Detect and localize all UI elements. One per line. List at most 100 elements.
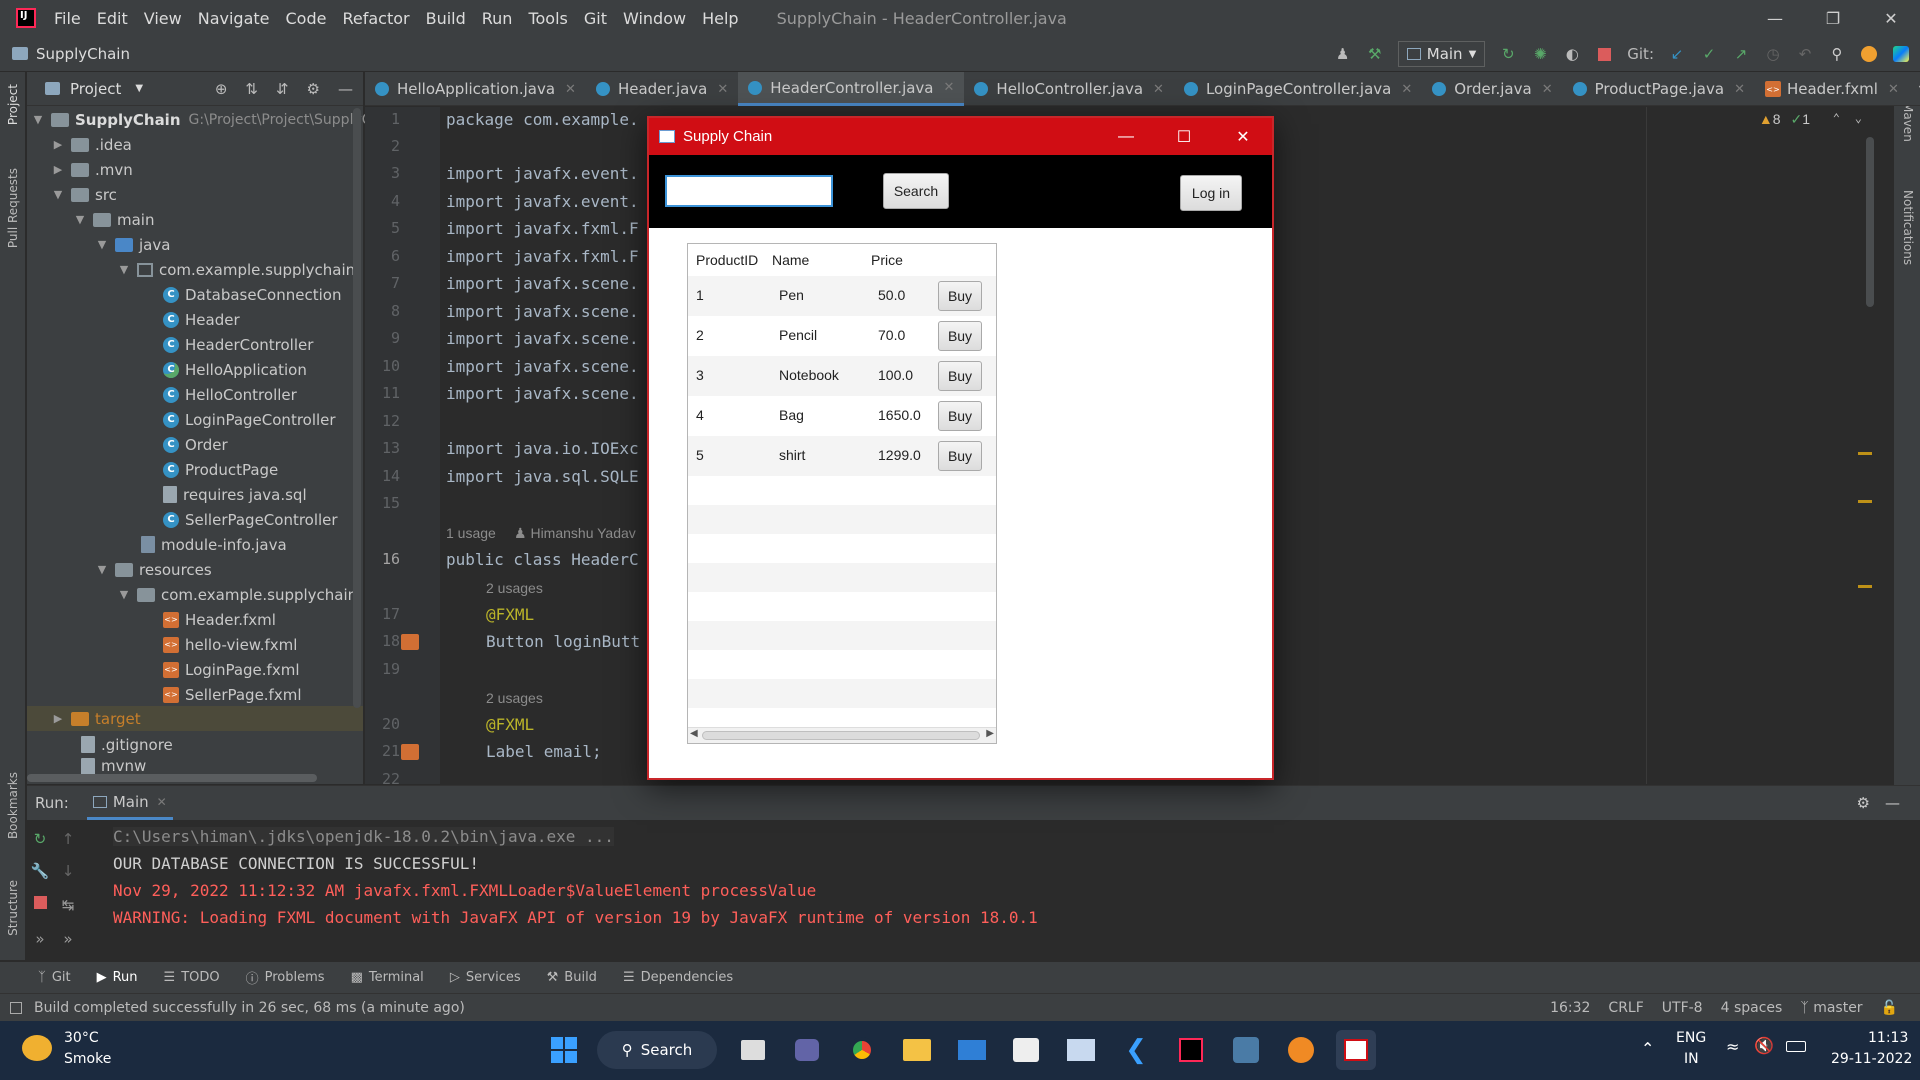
caret-position[interactable]: 16:32	[1550, 1000, 1590, 1016]
tab-overflow[interactable]: ▼⋮	[1909, 72, 1920, 106]
project-breadcrumb[interactable]: SupplyChain	[36, 45, 130, 63]
tree-item-class[interactable]: C ProductPage	[163, 457, 278, 482]
tree-item-module[interactable]: module-info.java	[141, 532, 287, 557]
git-update-icon[interactable]: ↙	[1668, 45, 1686, 63]
start-button[interactable]	[544, 1030, 584, 1070]
app-icon[interactable]	[1281, 1030, 1321, 1070]
menu-refactor[interactable]: Refactor	[342, 9, 409, 28]
chevron-down-icon[interactable]: ▼	[95, 563, 109, 576]
tab-header[interactable]: Header.java ✕	[586, 72, 738, 106]
buy-button[interactable]: Buy	[938, 401, 982, 431]
tree-item-package[interactable]: ▼ com.example.supplychain	[117, 257, 355, 282]
tree-item-java[interactable]: ▼ java	[95, 232, 171, 257]
close-icon[interactable]: ✕	[944, 80, 955, 95]
fxml-link-icon[interactable]	[401, 634, 419, 650]
tool-tab-dependencies[interactable]: ☰ Dependencies	[623, 970, 733, 985]
tree-item-fxml[interactable]: <> Header.fxml	[163, 607, 276, 632]
close-icon[interactable]: ✕	[565, 82, 576, 97]
structure-tool-tab[interactable]: Structure	[6, 880, 20, 936]
stop-icon[interactable]	[27, 896, 53, 909]
buy-button[interactable]: Buy	[938, 281, 982, 311]
chrome-icon[interactable]	[842, 1030, 882, 1070]
restore-icon[interactable]: ❐	[1804, 0, 1862, 36]
status-panel-icon[interactable]	[10, 1001, 22, 1014]
menu-build[interactable]: Build	[426, 9, 466, 28]
wrench-icon[interactable]: 🔧	[27, 862, 53, 880]
chevron-left-icon[interactable]: ◀	[690, 728, 698, 739]
scroll-up-icon[interactable]: ↑	[55, 830, 81, 848]
tree-item-class[interactable]: C SellerPageController	[163, 507, 338, 532]
maven-tool-tab[interactable]: Maven	[1901, 102, 1915, 142]
scroll-thumb[interactable]	[702, 731, 980, 740]
tree-item-resources[interactable]: ▼ resources	[95, 557, 212, 582]
chevron-down-icon[interactable]: ▼	[51, 188, 65, 201]
tool-tab-run[interactable]: ▶ Run	[97, 970, 138, 985]
close-icon[interactable]: ✕	[1888, 82, 1899, 97]
chevron-down-icon[interactable]: ▼	[117, 588, 131, 601]
store-icon[interactable]	[1006, 1030, 1046, 1070]
table-horizontal-scrollbar[interactable]: ◀ ▶	[688, 727, 996, 743]
close-icon[interactable]: ✕	[1153, 82, 1164, 97]
tab-productpage[interactable]: ProductPage.java ✕	[1563, 72, 1755, 106]
rollback-icon[interactable]: ↶	[1796, 45, 1814, 63]
fx-title-bar[interactable]: Supply Chain — ☐ ✕	[649, 118, 1272, 155]
horizontal-scrollbar[interactable]	[27, 774, 317, 782]
buy-button[interactable]: Buy	[938, 361, 982, 391]
tool-tab-todo[interactable]: ☰ TODO	[164, 970, 220, 985]
file-encoding[interactable]: UTF-8	[1662, 1000, 1703, 1016]
buy-button[interactable]: Buy	[938, 321, 982, 351]
coverage-icon[interactable]: ◐	[1563, 45, 1581, 63]
tree-root[interactable]: ▼ SupplyChain G:\Project\Project\SupplyC…	[31, 107, 389, 132]
buy-button[interactable]: Buy	[938, 441, 982, 471]
tree-item-fxml[interactable]: <> LoginPage.fxml	[163, 657, 300, 682]
user-icon[interactable]: ♟	[1334, 45, 1352, 63]
weather-desc[interactable]: Smoke	[64, 1051, 111, 1067]
tree-item-class[interactable]: C Header	[163, 307, 240, 332]
tree-item-idea[interactable]: ▶ .idea	[51, 132, 132, 157]
close-icon[interactable]: ✕	[1734, 82, 1745, 97]
search-input[interactable]	[665, 175, 833, 207]
build-hammer-icon[interactable]: ⚒	[1366, 45, 1384, 63]
clock-date[interactable]: 29-11-2022	[1831, 1051, 1912, 1067]
close-icon[interactable]: ✕	[1214, 118, 1272, 155]
tab-helloapplication[interactable]: HelloApplication.java ✕	[365, 72, 586, 106]
jetbrains-logo-icon[interactable]	[1892, 45, 1910, 63]
git-branch[interactable]: ᛉ master	[1800, 1000, 1862, 1016]
tree-item-target[interactable]: ▶ target	[27, 706, 363, 731]
git-commit-icon[interactable]: ✓	[1700, 45, 1718, 63]
menu-git[interactable]: Git	[584, 9, 607, 28]
menu-view[interactable]: View	[144, 9, 182, 28]
tree-item-class[interactable]: C Order	[163, 432, 228, 457]
intellij-icon[interactable]	[1171, 1030, 1211, 1070]
close-icon[interactable]: ✕	[717, 82, 728, 97]
file-explorer-icon[interactable]	[897, 1030, 937, 1070]
java-app-icon[interactable]	[1336, 1030, 1376, 1070]
language-2[interactable]: IN	[1684, 1051, 1699, 1067]
tree-item-class[interactable]: C HelloController	[163, 382, 297, 407]
maximize-icon[interactable]: ☐	[1155, 118, 1213, 155]
tree-item-class[interactable]: C HelloApplication	[163, 357, 307, 382]
menu-navigate[interactable]: Navigate	[198, 9, 270, 28]
rerun-icon[interactable]: ↻	[27, 830, 53, 848]
tab-header-fxml[interactable]: <> Header.fxml ✕	[1755, 72, 1909, 106]
warning-marker[interactable]	[1858, 585, 1872, 588]
debug-bug-icon[interactable]: ✺	[1531, 45, 1549, 63]
tab-headercontroller[interactable]: HeaderController.java ✕	[738, 72, 965, 106]
indent-setting[interactable]: 4 spaces	[1721, 1000, 1783, 1016]
menu-run[interactable]: Run	[482, 9, 513, 28]
tool-tab-services[interactable]: ▷ Services	[450, 970, 521, 985]
tree-item-fxml[interactable]: <> SellerPage.fxml	[163, 682, 302, 707]
search-button[interactable]: Search	[883, 173, 949, 209]
menu-window[interactable]: Window	[623, 9, 686, 28]
stop-icon[interactable]	[1595, 45, 1613, 63]
usage-hint[interactable]: 2 usages	[486, 580, 543, 596]
tool-tab-problems[interactable]: ⓘ Problems	[246, 968, 325, 987]
chevron-down-icon[interactable]: ▼	[135, 83, 143, 94]
tree-item-main[interactable]: ▼ main	[73, 207, 155, 232]
warning-marker[interactable]	[1858, 500, 1872, 503]
git-push-icon[interactable]: ↗	[1732, 45, 1750, 63]
run-config-selector[interactable]: Main ▼	[1397, 41, 1486, 67]
soft-wrap-icon[interactable]: ↹	[55, 896, 81, 914]
task-view-icon[interactable]	[733, 1030, 773, 1070]
tree-item-class[interactable]: C HeaderController	[163, 332, 313, 357]
